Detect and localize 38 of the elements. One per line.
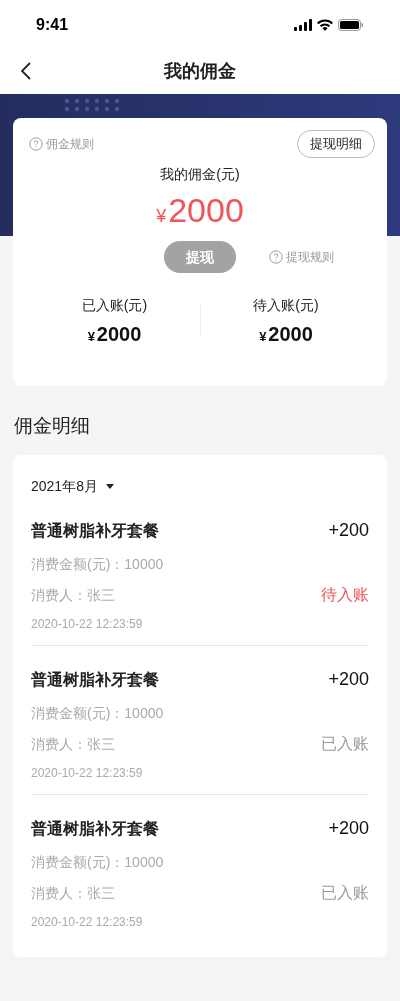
commission-label: 我的佣金(元): [160, 165, 240, 184]
back-icon: [21, 62, 31, 80]
spend-amount: 消费金额(元)：10000: [31, 704, 165, 723]
commission-rules-link[interactable]: 佣金规则: [29, 135, 94, 153]
customer-name: 消费人：张三: [31, 734, 115, 754]
commission-amount: +200: [328, 668, 369, 691]
record-time: 2020-10-22 12:23:59: [31, 914, 144, 931]
customer-name: 消费人：张三: [31, 585, 115, 605]
withdraw-rules-link[interactable]: 提现规则: [269, 248, 334, 266]
dot-pattern-icon: [64, 98, 120, 112]
caret-icon: [105, 484, 114, 489]
package-name: 普通树脂补牙套餐: [31, 669, 159, 690]
help-icon: [29, 137, 43, 151]
package-name: 普通树脂补牙套餐: [31, 818, 159, 839]
entry-status: 已入账: [321, 883, 369, 903]
package-name: 普通树脂补牙套餐: [31, 520, 159, 541]
section-title: 佣金明细: [14, 414, 91, 438]
battery-icon: [338, 19, 364, 31]
status-time: 9:41: [36, 15, 69, 35]
record-time: 2020-10-22 12:23:59: [31, 765, 144, 782]
stat-label: 已入账(元): [81, 296, 148, 315]
commission-amount: +200: [328, 817, 369, 840]
stat-amount: ¥2000: [87, 324, 142, 344]
commission-amount: +200: [328, 519, 369, 542]
commission-amount: ¥2000: [156, 193, 244, 227]
spend-amount: 消费金额(元)：10000: [31, 853, 165, 872]
help-icon: [269, 250, 283, 264]
record-time: 2020-10-22 12:23:59: [31, 616, 144, 633]
stat-label: 待入账(元): [253, 296, 319, 315]
spend-amount: 消费金额(元)：10000: [31, 555, 165, 574]
entry-status: 已入账: [321, 734, 369, 754]
entry-status: 待入账: [321, 585, 369, 605]
stat-amount: ¥2000: [259, 324, 313, 344]
wifi-icon: [317, 19, 333, 31]
page-title: 我的佣金: [164, 59, 236, 83]
month-filter[interactable]: 2021年8月: [31, 476, 114, 497]
customer-name: 消费人：张三: [31, 883, 115, 903]
signal-icon: [294, 19, 312, 31]
